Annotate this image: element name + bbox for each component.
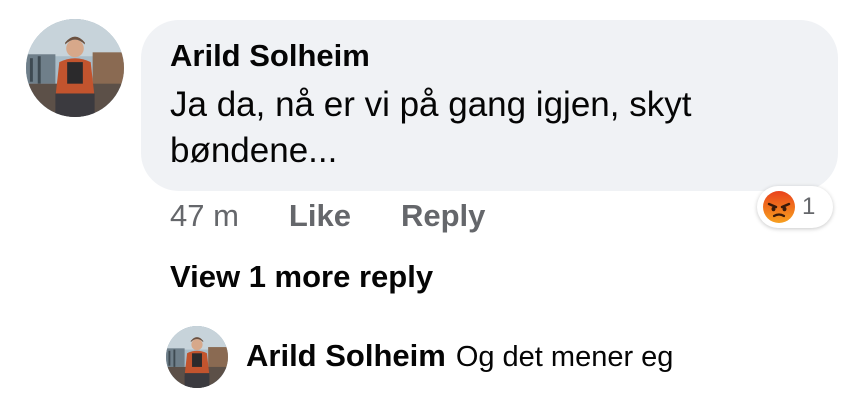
avatar[interactable]: [26, 19, 124, 117]
comment-timestamp[interactable]: 47 m: [170, 198, 239, 234]
angry-reaction-icon: [763, 191, 795, 223]
comment-actions: 47 m Like Reply: [170, 196, 485, 236]
comment-bubble: Arild Solheim Ja da, nå er vi på gang ig…: [141, 20, 838, 191]
reply-avatar[interactable]: [166, 326, 228, 388]
view-more-replies-link[interactable]: View 1 more reply: [170, 259, 433, 295]
comment-text: Ja da, nå er vi på gang igjen, skyt bønd…: [170, 85, 692, 170]
reply-author[interactable]: Arild Solheim: [246, 338, 446, 374]
reply-text: Og det mener eg: [455, 341, 674, 373]
reply-button[interactable]: Reply: [401, 198, 485, 234]
reaction-badge[interactable]: 1: [757, 186, 833, 228]
reaction-count: 1: [802, 193, 816, 220]
like-button[interactable]: Like: [289, 198, 351, 234]
reply-preview[interactable]: Arild Solheim Og det mener eg: [246, 338, 673, 374]
profile-photo: [26, 19, 124, 117]
comment-author[interactable]: Arild Solheim: [170, 38, 810, 74]
profile-photo: [166, 326, 228, 388]
